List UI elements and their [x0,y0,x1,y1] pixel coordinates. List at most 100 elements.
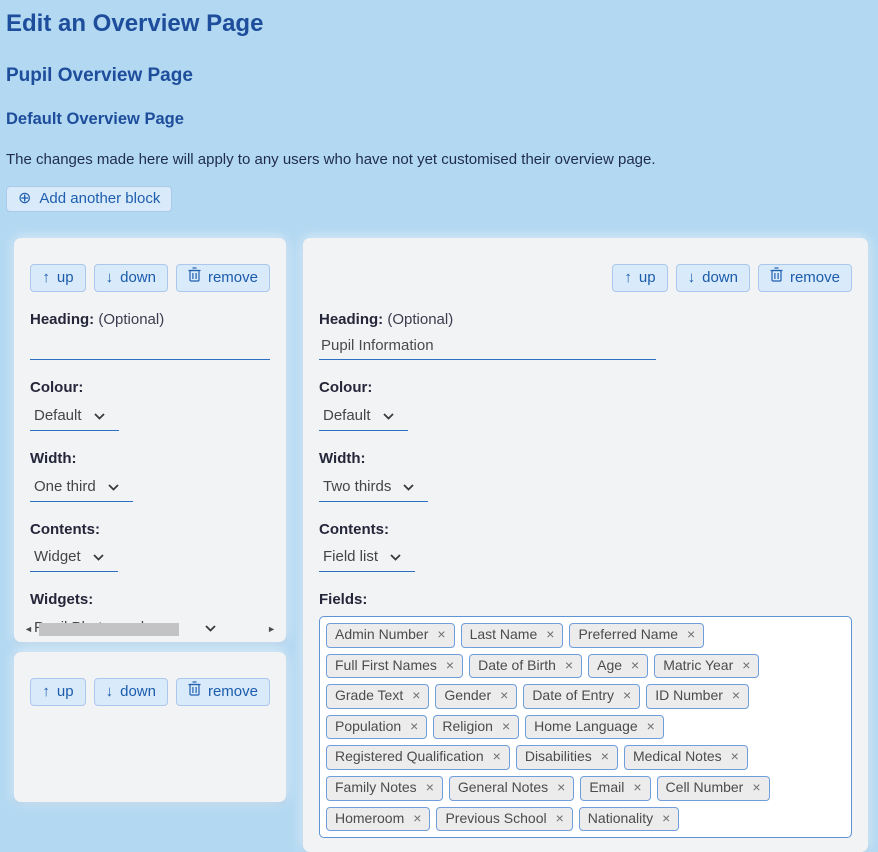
remove-field-icon[interactable]: × [412,686,420,706]
field-chip[interactable]: Previous School × [436,807,572,832]
field-chip[interactable]: Cell Number× [657,776,770,801]
colour-select[interactable]: Default [319,402,408,431]
remove-field-icon[interactable]: × [647,717,655,737]
remove-field-icon[interactable]: × [446,656,454,676]
contents-select[interactable]: Field list [319,543,415,572]
remove-field-icon[interactable]: × [557,778,565,798]
remove-field-icon[interactable]: × [556,809,564,829]
field-chip[interactable]: Age× [588,654,648,679]
field-chip[interactable]: Full First Names× [326,654,463,679]
left-column: ↑ up ↓ down remove Heading: (Optional) C… [14,238,286,802]
remove-field-icon[interactable]: × [493,747,501,767]
field-chip-label: Previous School [445,809,546,829]
field-chip-label: Homeroom [335,809,404,829]
remove-field-icon[interactable]: × [426,778,434,798]
remove-field-icon[interactable]: × [437,625,445,645]
field-chip[interactable]: Preferred Name× [569,623,704,648]
field-chip[interactable]: ID Number× [646,684,749,709]
remove-field-icon[interactable]: × [731,747,739,767]
heading-optional-hint: (Optional) [98,311,164,328]
field-chip[interactable]: Religion× [433,715,519,740]
field-chip[interactable]: Date of Birth × [469,654,582,679]
remove-field-icon[interactable]: × [631,656,639,676]
scrollbar-thumb[interactable] [39,623,179,636]
heading-label-text: Heading: [30,311,94,328]
scroll-right-icon[interactable]: ► [265,625,278,634]
move-down-button[interactable]: ↓ down [676,264,750,292]
field-chip[interactable]: Nationality× [579,807,680,832]
remove-field-icon[interactable]: × [623,686,631,706]
remove-field-icon[interactable]: × [732,686,740,706]
width-select-value: One third [34,478,96,495]
fields-box[interactable]: Admin Number×Last Name×Preferred Name× Fu… [319,616,852,838]
width-select[interactable]: Two thirds [319,473,428,502]
page-title: Edit an Overview Page [6,10,866,38]
remove-block-button[interactable]: remove [176,678,270,706]
remove-block-button[interactable]: remove [176,264,270,292]
scrollbar-track[interactable] [37,623,263,636]
circled-plus-icon: ⊕ [18,191,31,207]
remove-field-icon[interactable]: × [413,809,421,829]
field-chip-label: Date of Entry [532,686,614,706]
blocks-container: ↑ up ↓ down remove Heading: (Optional) C… [14,238,878,852]
remove-field-icon[interactable]: × [601,747,609,767]
field-chip[interactable]: Population× [326,715,427,740]
heading-input[interactable] [30,330,270,360]
remove-field-icon[interactable]: × [633,778,641,798]
colour-label: Colour: [30,379,270,398]
field-chip[interactable]: Matric Year× [654,654,759,679]
field-chip[interactable]: Gender× [435,684,517,709]
field-chip[interactable]: Grade Text × [326,684,429,709]
colour-select[interactable]: Default [30,402,119,431]
move-down-button[interactable]: ↓ down [94,264,168,292]
field-chip[interactable]: General Notes× [449,776,574,801]
remove-field-icon[interactable]: × [500,686,508,706]
field-chip-label: Email [589,778,624,798]
heading-label: Heading: (Optional) [319,311,852,330]
field-chip[interactable]: Family Notes× [326,776,443,801]
page-header: Edit an Overview Page Pupil Overview Pag… [0,0,878,212]
colour-select-value: Default [323,407,371,424]
chevron-down-icon [108,478,119,495]
field-chip[interactable]: Registered Qualification× [326,745,510,770]
widgets-label: Widgets: [30,591,270,610]
field-chip[interactable]: Medical Notes× [624,745,748,770]
field-chip[interactable]: Homeroom × [326,807,430,832]
move-up-button[interactable]: ↑ up [30,678,85,706]
move-up-button[interactable]: ↑ up [30,264,85,292]
remove-field-icon[interactable]: × [742,656,750,676]
field-chip[interactable]: Date of Entry × [523,684,640,709]
remove-field-icon[interactable]: × [752,778,760,798]
field-chip[interactable]: Disabilities× [516,745,618,770]
down-arrow-icon: ↓ [106,268,114,288]
field-chip-label: Grade Text [335,686,403,706]
move-down-label: down [702,268,738,288]
remove-field-icon[interactable]: × [546,625,554,645]
remove-field-icon[interactable]: × [687,625,695,645]
field-chip[interactable]: Admin Number× [326,623,455,648]
field-chip[interactable]: Email × [580,776,650,801]
move-up-label: up [57,682,74,702]
width-select[interactable]: One third [30,473,133,502]
move-down-label: down [120,682,156,702]
remove-block-button[interactable]: remove [758,264,852,292]
add-another-block-button[interactable]: ⊕ Add another block [6,186,172,212]
block-fieldlist-panel: ↑ up ↓ down remove Heading: (Optional) C… [303,238,868,852]
remove-field-icon[interactable]: × [565,656,573,676]
move-down-button[interactable]: ↓ down [94,678,168,706]
heading-input[interactable] [319,330,656,360]
move-up-button[interactable]: ↑ up [612,264,667,292]
field-chip[interactable]: Home Language× [525,715,664,740]
remove-field-icon[interactable]: × [662,809,670,829]
remove-block-label: remove [208,268,258,288]
remove-field-icon[interactable]: × [410,717,418,737]
contents-select[interactable]: Widget [30,543,118,572]
remove-field-icon[interactable]: × [502,717,510,737]
contents-label: Contents: [30,521,270,540]
width-label: Width: [319,450,852,469]
field-chip[interactable]: Last Name× [461,623,564,648]
field-chip-label: Date of Birth [478,656,556,676]
horizontal-scrollbar[interactable]: ◄ ► [22,622,278,636]
trash-icon [770,267,783,288]
scroll-left-icon[interactable]: ◄ [22,625,35,634]
